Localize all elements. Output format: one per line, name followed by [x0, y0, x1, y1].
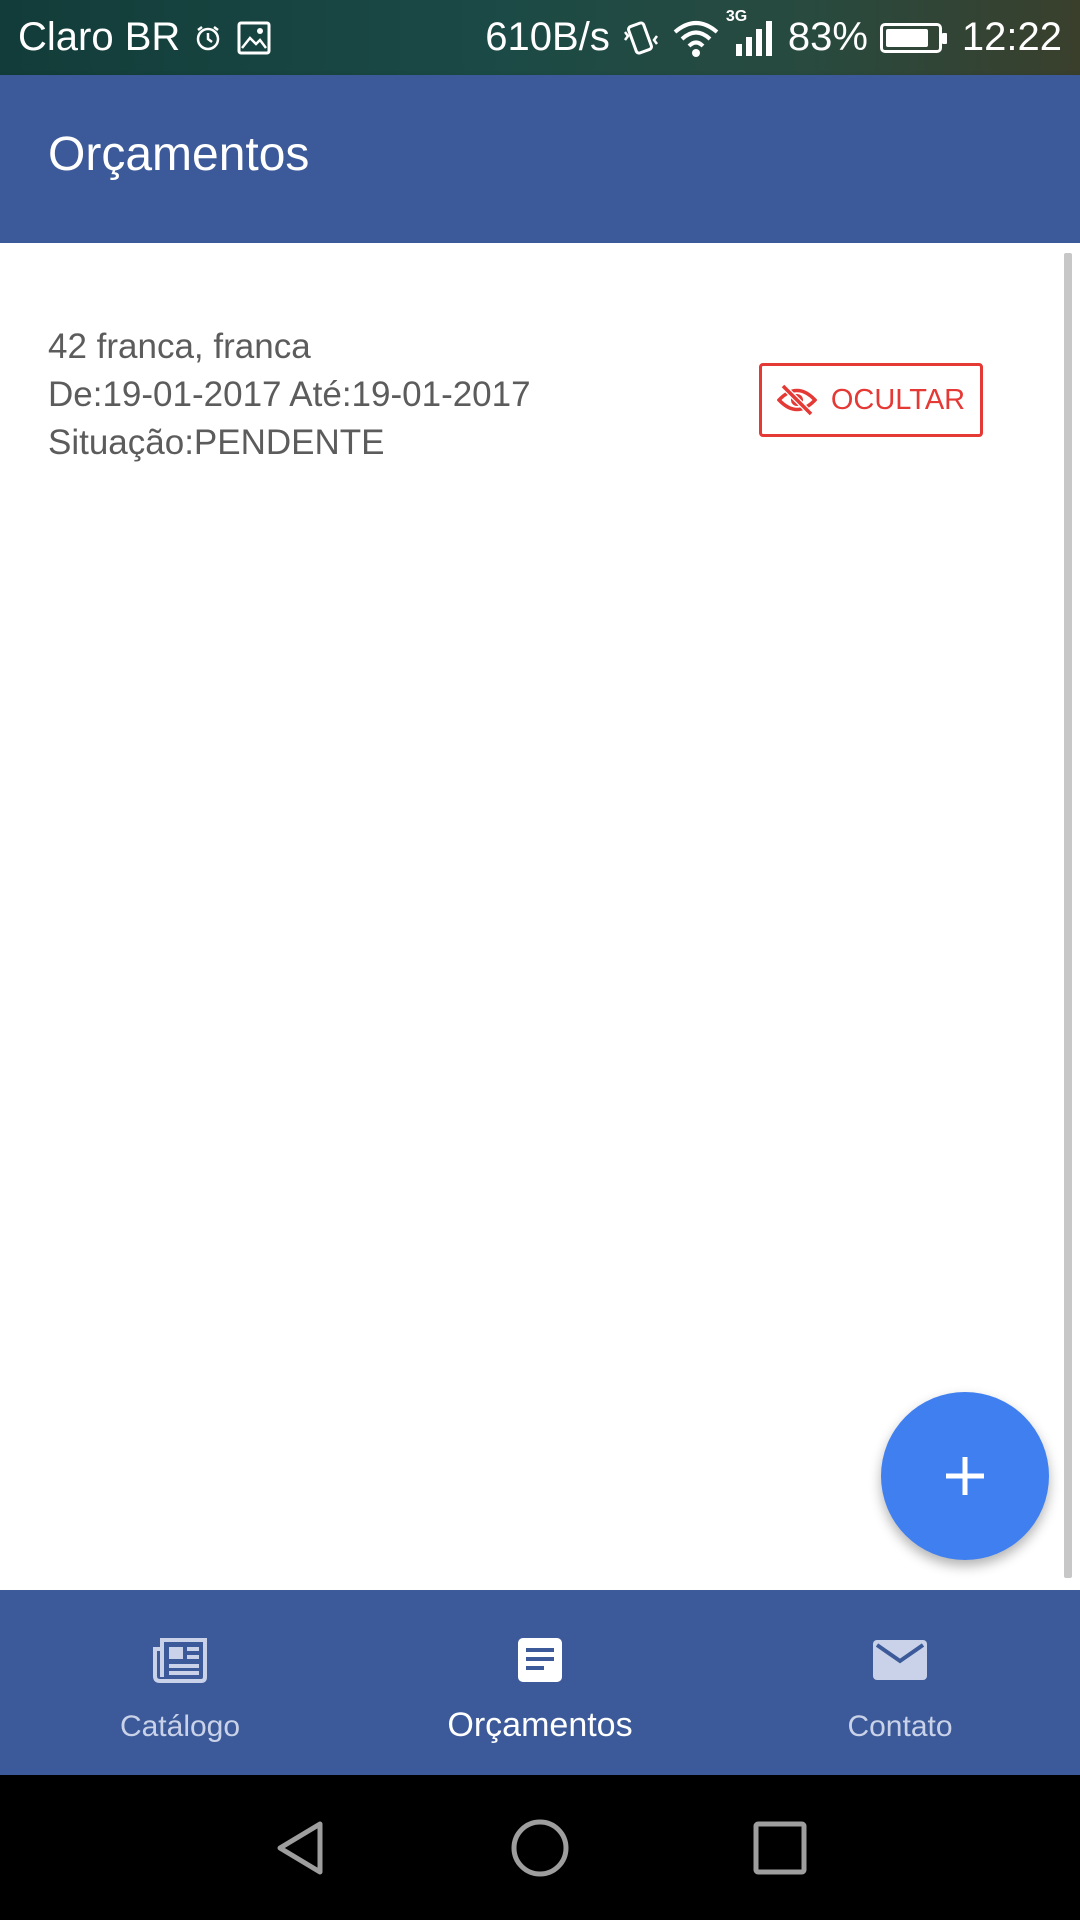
back-icon[interactable]	[240, 1775, 360, 1920]
battery-fill	[885, 28, 928, 47]
network-type: 3G	[725, 7, 748, 25]
nav-item-orcamentos[interactable]: Orçamentos	[360, 1590, 720, 1775]
scrollbar[interactable]	[1064, 253, 1072, 1578]
plus-icon	[944, 1455, 986, 1497]
signal-icon: 3G	[726, 8, 776, 58]
newspaper-icon	[152, 1630, 208, 1690]
clock: 12:22	[961, 15, 1062, 59]
wifi-icon	[672, 18, 720, 58]
hide-button[interactable]: OCULTAR	[759, 363, 983, 437]
battery-icon	[879, 22, 947, 53]
app-bar: Orçamentos	[0, 75, 1080, 243]
eye-off-icon	[776, 383, 817, 417]
status-bar: Claro BR 610B/s 3G 83% 12:22	[0, 0, 1080, 75]
add-budget-button[interactable]	[881, 1392, 1049, 1560]
recents-icon[interactable]	[720, 1775, 840, 1920]
nav-label-orcamentos: Orçamentos	[447, 1706, 633, 1744]
carrier-name: Claro BR	[18, 15, 181, 59]
net-speed: 610B/s	[485, 15, 610, 59]
battery-percent: 83%	[787, 15, 868, 59]
document-icon	[516, 1630, 564, 1690]
nav-item-contato[interactable]: Contato	[720, 1590, 1080, 1775]
nav-item-catalogo[interactable]: Catálogo	[0, 1590, 360, 1775]
vibrate-icon	[622, 18, 660, 58]
system-navigation-bar	[0, 1775, 1080, 1920]
alarm-icon	[194, 24, 222, 52]
budget-list[interactable]: 42 franca, franca De:19-01-2017 Até:19-0…	[0, 243, 1080, 1588]
home-icon[interactable]	[480, 1775, 600, 1920]
mail-icon	[872, 1630, 928, 1690]
image-icon	[236, 20, 272, 56]
page-title: Orçamentos	[48, 128, 310, 181]
bottom-navigation: Catálogo Orçamentos Contato	[0, 1590, 1080, 1775]
nav-label-contato: Contato	[847, 1710, 953, 1743]
hide-button-label: OCULTAR	[830, 383, 966, 416]
nav-label-catalogo: Catálogo	[119, 1710, 241, 1743]
